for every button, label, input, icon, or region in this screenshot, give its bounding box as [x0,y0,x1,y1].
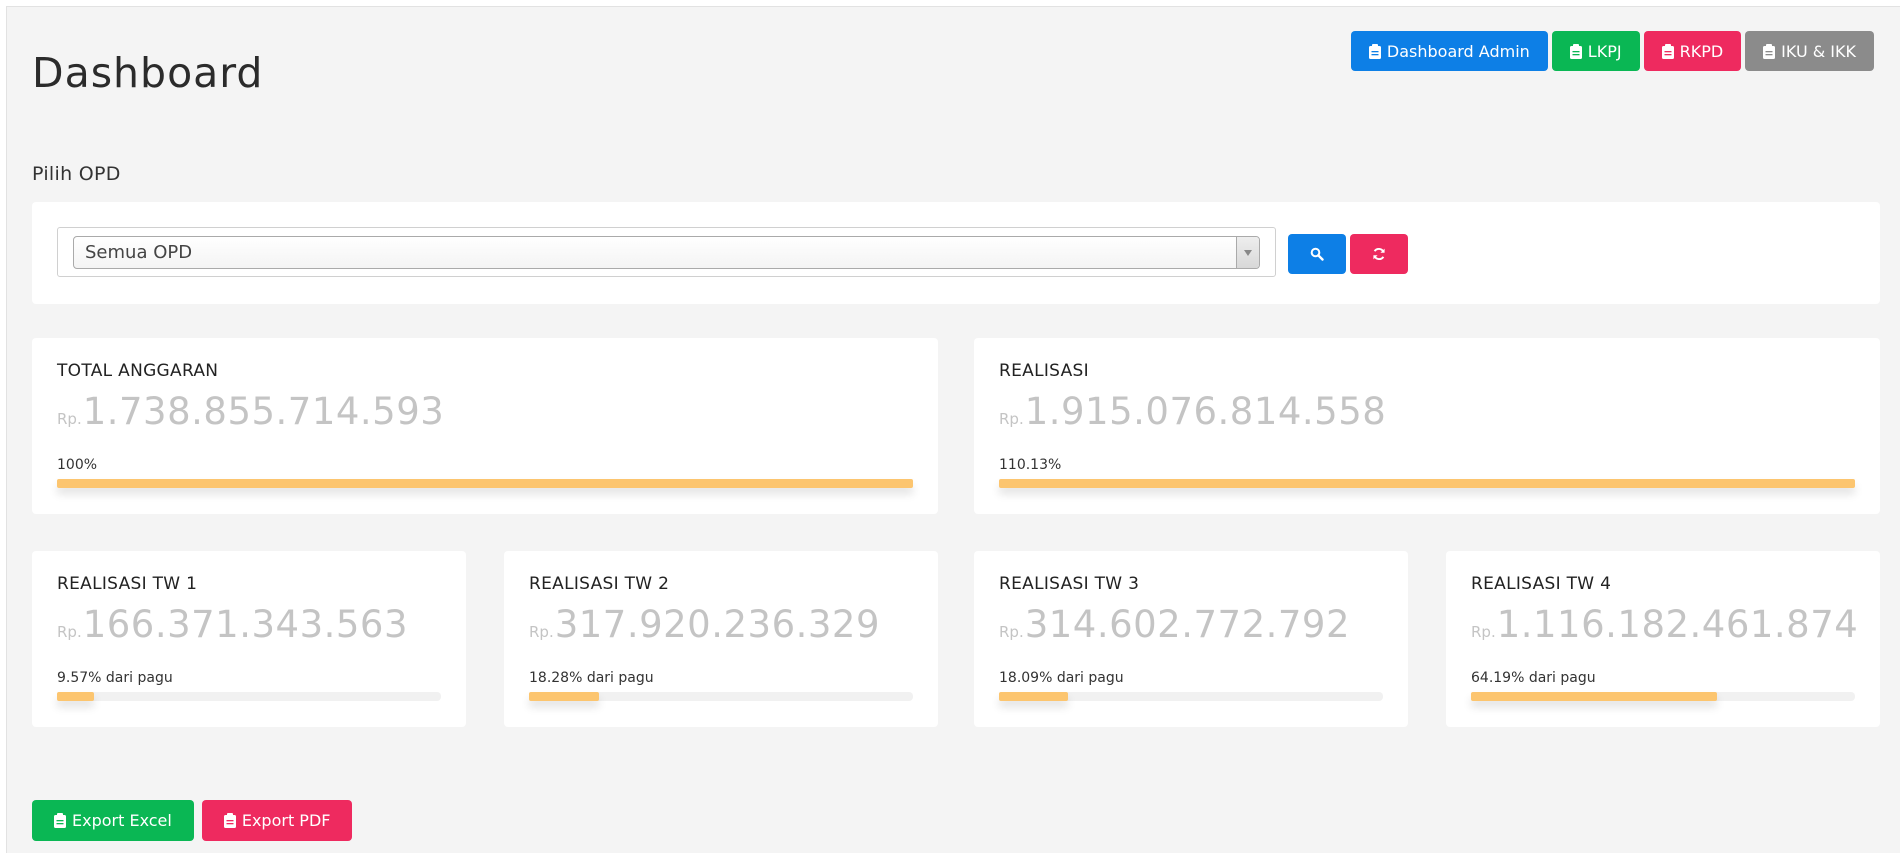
reset-button[interactable] [1350,234,1408,274]
export-excel-button[interactable]: Export Excel [32,800,194,841]
lkpj-button[interactable]: LKPJ [1551,31,1640,71]
amount-value: 1.116.182.461.874 [1496,603,1859,646]
percent-label: 110.13% [999,457,1062,473]
progress-bar [999,479,1855,488]
total-anggaran-card: TOTAL ANGGARAN Rp.1.738.855.714.593 100% [32,338,938,514]
currency-prefix: Rp. [57,410,82,428]
search-icon [1310,247,1324,261]
percent-label: 100% [57,457,98,473]
search-button[interactable] [1288,234,1346,274]
percent-label: 18.09% dari pagu [999,670,1124,686]
rkpd-label: RKPD [1679,41,1724,61]
top-nav-buttons: Dashboard Admin LKPJ RKPD IKU & IKK [1350,31,1874,71]
currency-prefix: Rp. [529,623,554,641]
rkpd-button[interactable]: RKPD [1643,31,1742,71]
amount-value: 1.738.855.714.593 [82,390,445,433]
currency-prefix: Rp. [999,410,1024,428]
percent-label: 9.57% dari pagu [57,670,173,686]
card-amount: Rp.314.602.772.792 [999,603,1350,646]
card-title: REALISASI [999,361,1089,381]
progress-bar [999,692,1383,701]
card-amount: Rp.166.371.343.563 [57,603,408,646]
quarter-card-tw1: REALISASI TW 1 Rp.166.371.343.563 9.57% … [32,551,466,727]
card-title: REALISASI TW 2 [529,574,670,594]
clipboard-icon [223,813,236,828]
progress-fill [999,692,1069,701]
opd-section-label: Pilih OPD [32,163,121,185]
lkpj-label: LKPJ [1587,41,1622,61]
card-title: REALISASI TW 4 [1471,574,1612,594]
clipboard-icon [1763,43,1776,59]
dashboard-admin-label: Dashboard Admin [1386,41,1530,61]
progress-fill [1471,692,1718,701]
currency-prefix: Rp. [1471,623,1496,641]
opd-filter-panel: Semua OPD [32,202,1880,304]
progress-bar [57,479,913,488]
quarter-card-tw2: REALISASI TW 2 Rp.317.920.236.329 18.28%… [504,551,938,727]
clipboard-icon [1569,43,1582,59]
currency-prefix: Rp. [999,623,1024,641]
quarter-card-tw4: REALISASI TW 4 Rp.1.116.182.461.874 64.1… [1446,551,1880,727]
progress-fill [999,479,1855,488]
clipboard-icon [1368,43,1381,59]
card-amount: Rp.1.915.076.814.558 [999,390,1386,433]
amount-value: 1.915.076.814.558 [1024,390,1387,433]
iku-ikk-button[interactable]: IKU & IKK [1745,31,1874,71]
page-title: Dashboard [32,49,264,97]
opd-select-wrapper: Semua OPD [57,227,1276,277]
clipboard-icon [1661,43,1674,59]
opd-select-value: Semua OPD [85,242,193,263]
currency-prefix: Rp. [57,623,82,641]
progress-fill [57,692,94,701]
amount-value: 166.371.343.563 [82,603,408,646]
card-title: REALISASI TW 3 [999,574,1140,594]
iku-ikk-label: IKU & IKK [1781,41,1856,61]
export-excel-label: Export Excel [72,811,172,830]
clipboard-icon [54,813,66,828]
chevron-down-icon[interactable] [1236,237,1259,268]
card-amount: Rp.1.738.855.714.593 [57,390,444,433]
progress-bar [57,692,441,701]
card-title: TOTAL ANGGARAN [57,361,219,381]
export-buttons: Export Excel Export PDF [32,800,353,841]
export-pdf-label: Export PDF [241,811,331,830]
dashboard-admin-button[interactable]: Dashboard Admin [1350,31,1548,71]
card-amount: Rp.1.116.182.461.874 [1471,603,1858,646]
card-amount: Rp.317.920.236.329 [529,603,880,646]
progress-bar [529,692,913,701]
percent-label: 18.28% dari pagu [529,670,654,686]
realisasi-card: REALISASI Rp.1.915.076.814.558 110.13% [974,338,1880,514]
amount-value: 314.602.772.792 [1024,603,1350,646]
opd-select[interactable]: Semua OPD [73,236,1260,269]
quarter-card-tw3: REALISASI TW 3 Rp.314.602.772.792 18.09%… [974,551,1408,727]
progress-fill [529,692,600,701]
progress-fill [57,479,913,488]
progress-bar [1471,692,1855,701]
percent-label: 64.19% dari pagu [1471,670,1596,686]
page-frame: Dashboard Dashboard Admin LKPJ RKPD IKU … [6,6,1900,853]
refresh-icon [1373,247,1385,261]
export-pdf-button[interactable]: Export PDF [201,800,353,841]
amount-value: 317.920.236.329 [554,603,880,646]
card-title: REALISASI TW 1 [57,574,198,594]
